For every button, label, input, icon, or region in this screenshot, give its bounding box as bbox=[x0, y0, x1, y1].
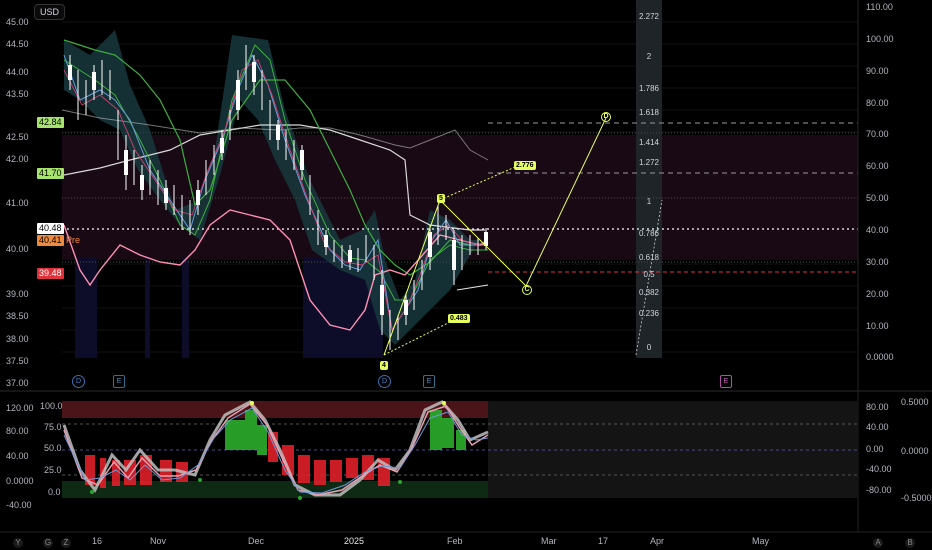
time-tick: Feb bbox=[447, 536, 463, 546]
time-tick: 16 bbox=[92, 536, 103, 546]
osc-right-tick: -80.00 bbox=[866, 485, 892, 495]
time-tick: Mar bbox=[541, 536, 557, 546]
osc-right2-tick: -0.5000 bbox=[901, 493, 932, 503]
price-tick: 42.50 bbox=[6, 132, 29, 142]
fib-level: 2 bbox=[646, 52, 652, 61]
osc-right-tick: -40.00 bbox=[866, 464, 892, 474]
ratio-label-1: 2.776 bbox=[514, 161, 536, 170]
osc-right2-tick: 0.0000 bbox=[901, 446, 929, 456]
osc-right2-tick: 0.5000 bbox=[901, 397, 929, 407]
right-tick: 60.00 bbox=[866, 161, 889, 171]
time-tick: Apr bbox=[650, 536, 665, 546]
time-tick: Dec bbox=[248, 536, 265, 546]
fib-level: 0.382 bbox=[638, 288, 660, 297]
fib-level: 1 bbox=[646, 197, 652, 206]
osc-tick: 80.00 bbox=[6, 426, 29, 436]
osc-tick: 75.0 bbox=[44, 422, 62, 432]
price-tick: 43.50 bbox=[6, 89, 29, 99]
time-tick: May bbox=[752, 536, 770, 546]
price-tick: 40.00 bbox=[6, 244, 29, 254]
price-tag-high: 42.84 bbox=[37, 117, 64, 128]
price-tick: 44.00 bbox=[6, 67, 29, 77]
time-tick: Nov bbox=[150, 536, 167, 546]
osc-tick: 120.00 bbox=[6, 403, 34, 413]
earnings-badge[interactable]: E bbox=[423, 375, 435, 388]
time-tick: 2025 bbox=[344, 536, 365, 546]
price-tag-pre: 40.41 bbox=[37, 235, 64, 246]
ratio-label-2: 0.483 bbox=[448, 314, 470, 323]
nav-icon-y[interactable]: Y bbox=[13, 538, 23, 548]
fib-level: 0.786 bbox=[638, 229, 660, 238]
osc-tick: 0.0 bbox=[48, 487, 61, 497]
price-tick: 37.50 bbox=[6, 356, 29, 366]
nav-icon-b[interactable]: B bbox=[905, 538, 915, 548]
wave-label-5[interactable]: 5 bbox=[437, 194, 445, 203]
fib-level: 1.786 bbox=[638, 84, 660, 93]
price-tag-mid: 41.70 bbox=[37, 168, 64, 179]
price-tick: 38.50 bbox=[6, 311, 29, 321]
fib-level: 0.236 bbox=[638, 309, 660, 318]
right-tick: 80.00 bbox=[866, 98, 889, 108]
nav-icon-z[interactable]: Z bbox=[61, 538, 71, 548]
earnings-badge-future[interactable]: E bbox=[720, 375, 732, 388]
osc-right-tick: 80.00 bbox=[866, 402, 889, 412]
osc-right-tick: 40.00 bbox=[866, 422, 889, 432]
fib-level: 0.5 bbox=[643, 270, 655, 279]
osc-tick: 50.0 bbox=[44, 443, 62, 453]
wave-label-d[interactable]: D bbox=[601, 112, 611, 122]
earnings-badge[interactable]: E bbox=[113, 375, 125, 388]
right-tick: 40.00 bbox=[866, 225, 889, 235]
fib-level: 2.272 bbox=[638, 12, 660, 21]
price-tick: 37.00 bbox=[6, 378, 29, 388]
price-tick: 45.00 bbox=[6, 17, 29, 27]
fib-level: 1.618 bbox=[638, 108, 660, 117]
osc-tick: 0.0000 bbox=[6, 476, 34, 486]
right-tick: 110.00 bbox=[866, 2, 893, 12]
nav-icon-a[interactable]: A bbox=[873, 538, 883, 548]
right-tick: 90.00 bbox=[866, 66, 889, 76]
osc-tick: 25.0 bbox=[44, 465, 62, 475]
dividend-badge[interactable]: D bbox=[72, 375, 85, 388]
right-tick: 100.00 bbox=[866, 34, 894, 44]
wave-label-4[interactable]: 4 bbox=[380, 361, 388, 370]
price-tick: 41.00 bbox=[6, 198, 29, 208]
fib-level: 0 bbox=[646, 343, 652, 352]
osc-tick: 100.0 bbox=[40, 401, 63, 411]
right-tick: 20.00 bbox=[866, 289, 889, 299]
time-tick: 17 bbox=[598, 536, 609, 546]
pre-market-label: Pre bbox=[66, 235, 81, 245]
price-tick: 42.00 bbox=[6, 154, 29, 164]
right-tick: 70.00 bbox=[866, 129, 889, 139]
right-tick: 10.00 bbox=[866, 321, 889, 331]
osc-tick: 40.00 bbox=[6, 451, 29, 461]
right-tick: 50.00 bbox=[866, 193, 889, 203]
nav-icon-g[interactable]: G bbox=[43, 538, 53, 548]
osc-right-tick: 0.00 bbox=[866, 444, 884, 454]
wave-label-c[interactable]: C bbox=[522, 285, 532, 295]
price-tag-last: 40.48 bbox=[37, 223, 64, 234]
price-tick: 44.50 bbox=[6, 39, 29, 49]
fib-level: 1.272 bbox=[638, 158, 660, 167]
right-tick: 0.0000 bbox=[866, 352, 894, 362]
osc-tick: -40.00 bbox=[6, 500, 32, 510]
currency-label[interactable]: USD bbox=[34, 4, 66, 20]
price-tick: 38.00 bbox=[6, 334, 29, 344]
fib-level: 1.414 bbox=[638, 138, 660, 147]
chart-canvas[interactable] bbox=[0, 0, 932, 550]
price-tick: 39.00 bbox=[6, 289, 29, 299]
right-tick: 30.00 bbox=[866, 257, 889, 267]
fib-level: 0.618 bbox=[638, 253, 660, 262]
dividend-badge[interactable]: D bbox=[378, 375, 391, 388]
price-tag-low: 39.48 bbox=[37, 268, 64, 279]
